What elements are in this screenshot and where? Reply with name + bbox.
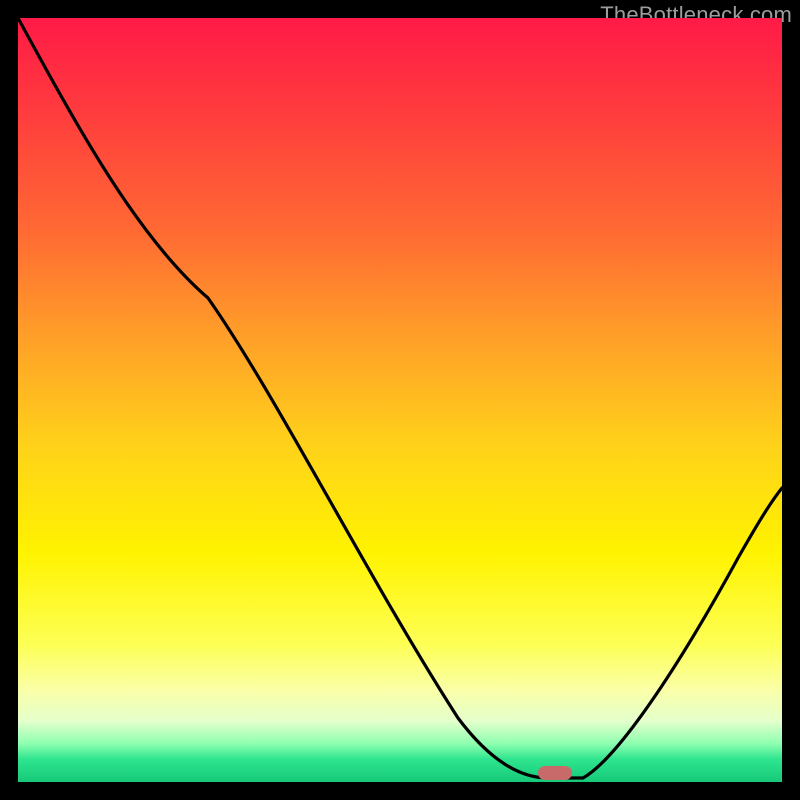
optimal-marker [538,766,572,780]
chart-frame: TheBottleneck.com [0,0,800,800]
curve-layer [18,18,782,782]
bottleneck-curve [18,18,782,778]
plot-area [18,18,782,782]
